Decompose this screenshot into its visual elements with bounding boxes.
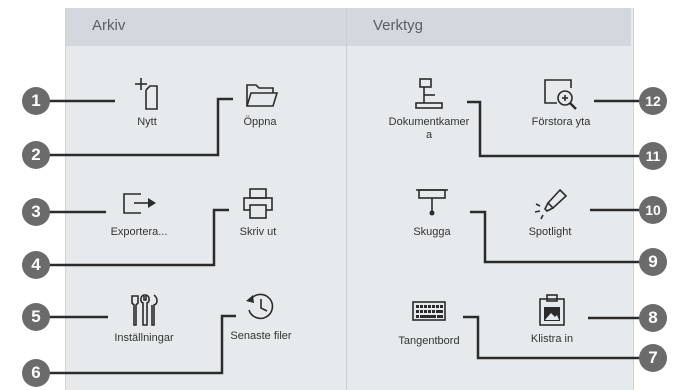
- leader-line-7: [463, 315, 640, 360]
- leader-line-9: [470, 210, 640, 264]
- leader-line-11: [467, 100, 640, 158]
- leader-line-4: [44, 208, 229, 267]
- callout-11: 11: [639, 142, 667, 170]
- callout-leader-lines: [44, 97, 640, 375]
- callout-8: 8: [639, 304, 667, 332]
- callout-2: 2: [22, 141, 50, 169]
- callout-9: 9: [639, 248, 667, 276]
- callout-6: 6: [22, 359, 50, 387]
- callout-1: 1: [22, 87, 50, 115]
- callout-12: 12: [639, 87, 667, 115]
- callout-3: 3: [22, 198, 50, 226]
- callout-7: 7: [639, 344, 667, 372]
- callout-10: 10: [639, 196, 667, 224]
- callout-5: 5: [22, 303, 50, 331]
- callout-4: 4: [22, 251, 50, 279]
- leader-line-2: [44, 97, 233, 157]
- leader-line-6: [44, 314, 236, 375]
